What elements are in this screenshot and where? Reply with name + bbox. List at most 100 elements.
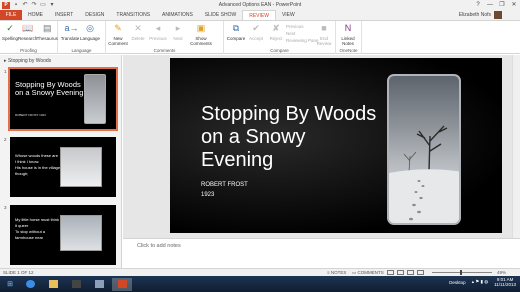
user-account[interactable]: Elizabeth Nofs [459,10,502,20]
help-button[interactable]: ? [472,0,484,10]
previous-comment-label: Previous [149,36,167,41]
thumb-subtitle: ROBERT FROST 1923 [15,113,46,117]
tab-home[interactable]: HOME [22,10,49,20]
current-slide[interactable]: Stopping By Woods on a Snowy Evening ROB… [170,58,502,233]
close-button[interactable]: ✕ [508,0,520,10]
tab-transitions[interactable]: TRANSITIONS [110,10,156,20]
delete-comment-icon: ✕ [134,23,142,33]
onenote-icon: N [344,23,352,33]
thesaurus-book-icon: ▤ [43,23,52,33]
thumb-title: Stopping By Woods on a Snowy Evening [15,80,84,97]
new-comment-icon: ✎ [114,23,122,33]
language-group: a→ Translate ◎ Language Language [58,21,106,54]
window-title: Advanced Options EAN - PowerPoint [218,2,302,8]
proofing-group-label: Proofing [20,48,37,53]
compare-group: ⧉ Compare ✔ Accept ✘ Reject Previous Next R… [224,21,336,54]
proofing-group: ✓ Spelling 📖 Research ▤ Thesaurus Proofing [0,21,58,54]
tab-review[interactable]: REVIEW [242,10,276,20]
onenote-group-label: OneNote [339,48,358,53]
taskbar-app-icon[interactable] [89,278,109,291]
section-header[interactable]: ▸ Stopping by Woods [4,58,51,64]
ribbon: ✓ Spelling 📖 Research ▤ Thesaurus Proofing … [0,20,520,54]
slide-thumbnail-1[interactable]: Stopping By Woods on a Snowy Evening ROB… [8,67,118,131]
tab-animations[interactable]: ANIMATIONS [156,10,199,20]
user-name: Elizabeth Nofs [458,12,491,18]
reject-label: Reject [269,36,283,41]
slide-thumbnail-2[interactable]: Whose woods these are I think I know. Hi… [10,137,116,197]
thumb-line: farmhouse near [15,235,44,240]
spelling-label: Spelling [2,36,19,41]
slide-number: 1 [4,69,7,74]
title-bar: P ▪ ↶ ↷ ▭ ▾ Advanced Options EAN - Power… [0,0,520,10]
slide-number: 2 [4,137,7,142]
taskbar-explorer-icon[interactable] [43,278,63,291]
show-comments-icon: ▣ [196,23,206,33]
section-name: Stopping by Woods [7,58,52,64]
undo-icon[interactable]: ↶ [22,2,28,8]
slide-thumbnail-3[interactable]: My little horse must think it queer To s… [10,205,116,265]
thumb-phone-image [84,74,106,124]
taskbar-powerpoint-icon[interactable] [112,277,132,291]
minimize-button[interactable]: — [484,0,496,10]
start-button-icon[interactable]: ⊞ [3,278,17,291]
phone-snow-scene-image[interactable] [387,74,461,225]
linked-notes-label: Linked Notes [341,36,355,46]
desktop-toolbar[interactable]: Desktop [449,280,466,285]
thumb-horse-image [60,215,102,251]
notes-toggle-label: NOTES [330,270,347,275]
window-controls: ? — ❐ ✕ [472,0,520,10]
redo-icon[interactable]: ↷ [31,2,37,8]
clock[interactable]: 9:01 AM 11/11/2013 [494,277,516,287]
slide-editor: Stopping By Woods on a Snowy Evening ROB… [123,55,520,238]
normal-view-icon[interactable] [387,270,394,275]
taskbar-ie-icon[interactable] [20,278,40,291]
taskbar-media-icon[interactable] [66,278,86,291]
accept-icon: ✔ [252,23,260,33]
spelling-check-icon: ✓ [6,23,14,33]
previous-comment-icon: ◂ [155,23,161,33]
zoom-slider[interactable] [432,272,492,273]
delete-comment-label: Delete [131,36,145,41]
slide-title[interactable]: Stopping By Woods on a Snowy Evening [201,103,381,172]
next-comment-icon: ▸ [175,23,181,33]
tray-icons[interactable]: ▴ ⚑ ▮ ◍ [472,279,488,285]
show-comments-label: Show Comments [190,36,212,46]
slideshow-view-icon[interactable] [417,270,424,275]
compare-icon: ⧉ [232,23,240,33]
zoom-level[interactable]: 49% [497,270,506,275]
thesaurus-label: Thesaurus [36,36,58,41]
next-comment-label: Next [173,36,183,41]
end-review-label: End Review [316,36,332,46]
slide-author[interactable]: ROBERT FROST [201,182,248,188]
notes-pane[interactable]: Click to add notes [123,238,520,268]
tab-view[interactable]: VIEW [276,10,301,20]
onenote-group: N Linked Notes OneNote [336,21,362,54]
zoom-slider-thumb[interactable] [460,270,462,275]
taskbar: ⊞ Desktop ▴ ⚑ ▮ ◍ 9:01 AM 11/11/2013 [0,276,520,292]
slide-sorter-icon[interactable] [397,270,404,275]
slide-year[interactable]: 1923 [201,192,214,198]
restore-button[interactable]: ❐ [496,0,508,10]
comments-group-label: Comments [153,48,176,53]
language-globe-icon: ◎ [86,23,94,33]
notes-toggle-button[interactable]: ≡ NOTES [327,270,346,275]
thumb-line: though; [15,171,29,176]
snow-tree-illustration [389,125,459,223]
compare-group-label: Compare [270,48,289,53]
vertical-scrollbar[interactable] [512,55,520,238]
translate-icon: a→ [64,23,79,33]
system-tray: Desktop ▴ ⚑ ▮ ◍ 9:01 AM 11/11/2013 [449,277,516,287]
tab-file[interactable]: FILE [0,10,22,20]
tab-slide-show[interactable]: SLIDE SHOW [199,10,242,20]
new-comment-label: New Comment [108,36,128,46]
slide-counter: SLIDE 1 OF 12 [3,270,34,275]
slideshow-start-icon[interactable]: ▭ [40,2,46,8]
tab-insert[interactable]: INSERT [49,10,79,20]
reading-view-icon[interactable] [407,270,414,275]
end-review-button[interactable]: ■ End Review [314,22,334,46]
reject-icon: ✘ [272,23,280,33]
tab-design[interactable]: DESIGN [79,10,110,20]
powerpoint-app-icon: P [2,1,10,9]
save-icon[interactable]: ▪ [13,2,19,8]
customize-qat-icon[interactable]: ▾ [49,2,55,8]
